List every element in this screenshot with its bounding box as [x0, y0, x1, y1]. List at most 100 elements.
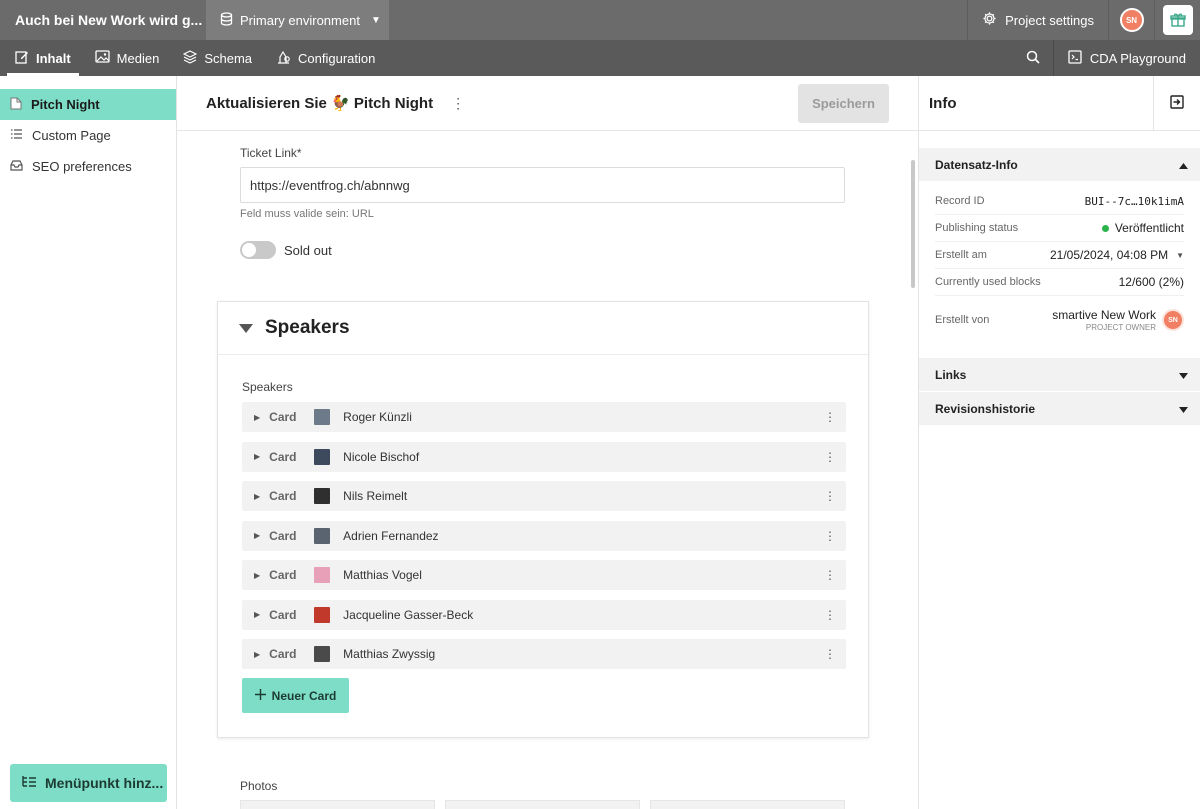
info-key: Currently used blocks: [935, 276, 1041, 288]
card-options-icon[interactable]: ⋮: [824, 489, 836, 503]
config-icon: [276, 50, 291, 67]
chevron-down-icon: ▼: [370, 14, 381, 26]
nav-configuration[interactable]: Configuration: [264, 40, 387, 76]
inbox-icon: [10, 159, 23, 174]
sidebar-item-label: Custom Page: [32, 128, 111, 143]
info-row-creator: Erstellt von smartive New Work PROJECT O…: [935, 296, 1184, 344]
search-button[interactable]: [1013, 40, 1053, 76]
speakers-block-header[interactable]: Speakers: [218, 302, 868, 355]
speaker-card-row[interactable]: ▶ Card Nicole Bischof ⋮: [242, 441, 846, 472]
ticket-link-hint: Feld muss valide sein: URL: [240, 208, 374, 220]
speaker-name: Nils Reimelt: [343, 489, 408, 503]
nav-medien[interactable]: Medien: [83, 40, 172, 76]
speaker-thumbnail: [314, 567, 331, 583]
record-id-value[interactable]: BUI--7c…10k1imA: [1085, 195, 1184, 208]
speaker-card-list: ▶ Card Roger Künzli ⋮ ▶ Card Nicole Bischof ⋮ ▶ C…: [242, 402, 846, 679]
sidebar-item-label: Pitch Night: [31, 97, 100, 112]
speaker-name: Matthias Zwyssig: [343, 647, 436, 661]
scrollbar[interactable]: [911, 160, 915, 288]
nav-configuration-label: Configuration: [298, 50, 376, 66]
info-key: Erstellt am: [935, 249, 987, 261]
add-menu-item-label: Menüpunkt hinz...: [45, 775, 164, 791]
info-row-status: Publishing status Veröffentlicht: [935, 215, 1184, 242]
record-info-section-toggle[interactable]: Datensatz-Info: [919, 148, 1200, 182]
card-options-icon[interactable]: ⋮: [824, 568, 836, 582]
card-options-icon[interactable]: ⋮: [824, 410, 836, 424]
card-options-icon[interactable]: ⋮: [824, 529, 836, 543]
card-options-icon[interactable]: ⋮: [824, 608, 836, 622]
speaker-name: Nicole Bischof: [343, 449, 420, 464]
record-info-rows: Record ID BUI--7c…10k1imA Publishing sta…: [919, 188, 1200, 358]
gear-icon: [982, 11, 997, 29]
expand-caret-icon[interactable]: ▶: [254, 531, 260, 540]
avatar: SN: [1119, 8, 1144, 32]
expand-caret-icon[interactable]: ▶: [254, 452, 260, 461]
photo-slot[interactable]: [240, 800, 435, 809]
links-section-toggle[interactable]: Links: [919, 358, 1200, 392]
nav-medien-label: Medien: [116, 50, 160, 66]
creator: smartive New Work PROJECT OWNER SN: [1052, 308, 1184, 332]
nav-schema[interactable]: Schema: [171, 40, 264, 76]
record-editor: Aktualisieren Sie 🐓 Pitch Night ⋮ Speich…: [177, 76, 918, 809]
photo-slot[interactable]: [650, 800, 845, 809]
speaker-card-row[interactable]: ▶ Card Nils Reimelt ⋮: [242, 481, 846, 511]
card-type-label: Card: [269, 449, 297, 464]
speaker-thumbnail: [314, 646, 331, 662]
created-date-dropdown[interactable]: 21/05/2024, 04:08 PM ▼: [1050, 248, 1184, 262]
speaker-card-row[interactable]: ▶ Card Jacqueline Gasser-Beck ⋮: [242, 599, 846, 630]
sold-out-label: Sold out: [284, 243, 332, 258]
add-menu-item-button[interactable]: Menüpunkt hinz...: [10, 764, 167, 802]
expand-caret-icon[interactable]: ▶: [254, 571, 260, 580]
page-title: Aktualisieren Sie 🐓 Pitch Night: [206, 95, 434, 112]
sidebar-item-custom-page[interactable]: Custom Page: [0, 120, 176, 151]
expand-caret-icon[interactable]: ▶: [254, 610, 260, 619]
project-settings-button[interactable]: Project settings: [967, 0, 1108, 40]
whats-new-button[interactable]: [1154, 0, 1200, 40]
section-nav: Inhalt Medien Schema Configuration CDA P…: [0, 40, 1200, 76]
photos-label: Photos: [240, 779, 278, 793]
sidebar-item-seo-preferences[interactable]: SEO preferences: [0, 151, 176, 182]
sidebar-item-pitch-night[interactable]: Pitch Night: [0, 89, 176, 120]
user-menu[interactable]: SN: [1108, 0, 1154, 40]
speaker-card-row[interactable]: ▶ Card Matthias Vogel ⋮: [242, 560, 846, 590]
record-info-title: Datensatz-Info: [935, 157, 1018, 172]
speaker-card-row[interactable]: ▶ Card Adrien Fernandez ⋮: [242, 520, 846, 551]
card-options-icon[interactable]: ⋮: [824, 647, 836, 661]
expand-caret-icon[interactable]: ▶: [254, 650, 260, 659]
expand-caret-icon[interactable]: ▶: [254, 492, 260, 501]
info-row-record-id: Record ID BUI--7c…10k1imA: [935, 188, 1184, 215]
blocks-value: 12/600 (2%): [1118, 275, 1184, 289]
chevron-down-icon: [1179, 402, 1188, 416]
photo-slot[interactable]: [445, 800, 640, 809]
speaker-card-row[interactable]: ▶ Card Roger Künzli ⋮: [242, 402, 846, 432]
project-title[interactable]: Auch bei New Work wird g...: [0, 0, 206, 40]
environment-switcher[interactable]: Primary environment ▼: [206, 0, 389, 40]
info-key: Publishing status: [935, 222, 1019, 234]
speaker-card-row[interactable]: ▶ Card Matthias Zwyssig ⋮: [242, 639, 846, 669]
speaker-thumbnail: [314, 409, 331, 425]
collapse-panel-button[interactable]: [1153, 76, 1200, 131]
speaker-thumbnail: [314, 527, 331, 544]
history-section-toggle[interactable]: Revisionshistorie: [919, 392, 1200, 426]
nav-inhalt[interactable]: Inhalt: [3, 40, 83, 76]
status-badge: Veröffentlicht: [1101, 221, 1184, 235]
expand-caret-icon[interactable]: ▶: [254, 413, 260, 422]
card-options-icon[interactable]: ⋮: [824, 450, 836, 464]
more-options-icon[interactable]: ⋮: [451, 95, 465, 112]
speakers-field-label: Speakers: [242, 380, 293, 394]
editor-header: Aktualisieren Sie 🐓 Pitch Night ⋮ Speich…: [177, 76, 918, 131]
card-type-label: Card: [269, 528, 297, 543]
list-icon: [10, 128, 23, 143]
save-button[interactable]: Speichern: [798, 84, 889, 123]
cda-playground-label: CDA Playground: [1089, 50, 1186, 66]
card-type-label: Card: [269, 607, 297, 622]
sold-out-toggle[interactable]: [240, 241, 276, 259]
ticket-link-input[interactable]: https://eventfrog.ch/abnnwg: [240, 167, 845, 203]
cda-playground-button[interactable]: CDA Playground: [1052, 40, 1200, 76]
links-title: Links: [935, 367, 967, 382]
card-type-label: Card: [269, 489, 297, 503]
speaker-name: Adrien Fernandez: [343, 528, 439, 543]
terminal-icon: [1068, 49, 1082, 67]
chevron-up-icon: [1179, 158, 1188, 172]
new-card-button[interactable]: Neuer Card: [242, 678, 349, 713]
